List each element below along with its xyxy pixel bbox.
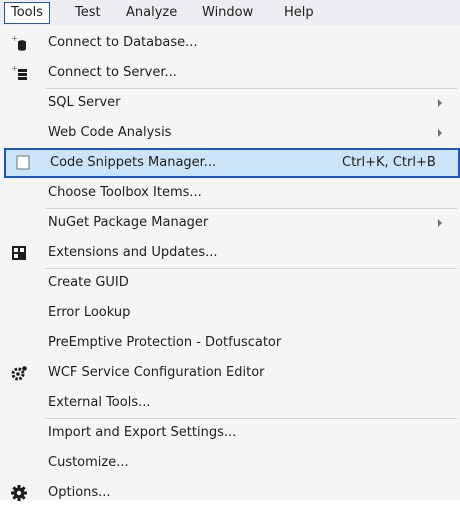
menu-item-label: Connect to Database... — [48, 35, 198, 50]
menu-item-code-snippets-manager[interactable]: Code Snippets Manager... Ctrl+K, Ctrl+B — [4, 148, 460, 178]
menu-item-label: Web Code Analysis — [48, 125, 172, 140]
menu-item-connect-database[interactable]: + Connect to Database... — [0, 28, 460, 58]
menu-item-label: Code Snippets Manager... — [50, 155, 217, 170]
menu-item-wcf-config-editor[interactable]: WCF Service Configuration Editor — [0, 358, 460, 388]
menu-help[interactable]: Help — [282, 4, 316, 21]
menu-item-label: Customize... — [48, 455, 129, 470]
submenu-arrow-icon — [438, 219, 442, 227]
menu-item-label: WCF Service Configuration Editor — [48, 365, 265, 380]
svg-text:+: + — [11, 34, 18, 43]
extensions-icon — [12, 246, 26, 260]
menu-bar: Tools Test Analyze Window Help — [0, 0, 460, 25]
menu-item-label: Error Lookup — [48, 305, 131, 320]
snippet-icon — [16, 155, 30, 170]
menu-item-label: SQL Server — [48, 95, 121, 110]
menu-item-shortcut: Ctrl+K, Ctrl+B — [342, 155, 436, 170]
menu-item-choose-toolbox-items[interactable]: Choose Toolbox Items... — [0, 178, 460, 208]
menu-item-label: PreEmptive Protection - Dotfuscator — [48, 335, 282, 350]
menu-item-create-guid[interactable]: Create GUID — [0, 268, 460, 298]
menu-item-label: Choose Toolbox Items... — [48, 185, 202, 200]
menu-analyze[interactable]: Analyze — [124, 4, 179, 21]
menu-item-nuget-package-manager[interactable]: NuGet Package Manager — [0, 208, 460, 238]
menu-item-label: Import and Export Settings... — [48, 425, 237, 440]
submenu-arrow-icon — [438, 129, 442, 137]
menu-item-external-tools[interactable]: External Tools... — [0, 388, 460, 418]
menu-item-sql-server[interactable]: SQL Server — [0, 88, 460, 118]
menu-item-web-code-analysis[interactable]: Web Code Analysis — [0, 118, 460, 148]
menu-window[interactable]: Window — [200, 4, 255, 21]
menu-item-label: NuGet Package Manager — [48, 215, 209, 230]
menu-item-label: Options... — [48, 485, 111, 500]
menu-item-connect-server[interactable]: + Connect to Server... — [0, 58, 460, 88]
menu-item-label: Connect to Server... — [48, 65, 177, 80]
menu-item-error-lookup[interactable]: Error Lookup — [0, 298, 460, 328]
menu-item-label: External Tools... — [48, 395, 151, 410]
database-plus-icon: + — [11, 34, 26, 51]
menu-test[interactable]: Test — [73, 4, 103, 21]
menu-item-label: Create GUID — [48, 275, 129, 290]
menu-item-label: Extensions and Updates... — [48, 245, 218, 260]
menu-item-import-export-settings[interactable]: Import and Export Settings... — [0, 418, 460, 448]
submenu-arrow-icon — [438, 99, 442, 107]
gear-icon — [11, 485, 27, 501]
tools-dropdown-menu: + Connect to Database... + Connect to Se… — [0, 25, 460, 501]
server-plus-icon: + — [11, 64, 27, 80]
wcf-config-icon — [11, 366, 27, 381]
menu-item-options[interactable]: Options... — [0, 478, 460, 508]
menu-item-customize[interactable]: Customize... — [0, 448, 460, 478]
svg-text:+: + — [11, 64, 18, 73]
menu-item-preemptive-protection[interactable]: PreEmptive Protection - Dotfuscator — [0, 328, 460, 358]
menu-tools[interactable]: Tools — [4, 2, 51, 24]
menu-item-extensions-updates[interactable]: Extensions and Updates... — [0, 238, 460, 268]
